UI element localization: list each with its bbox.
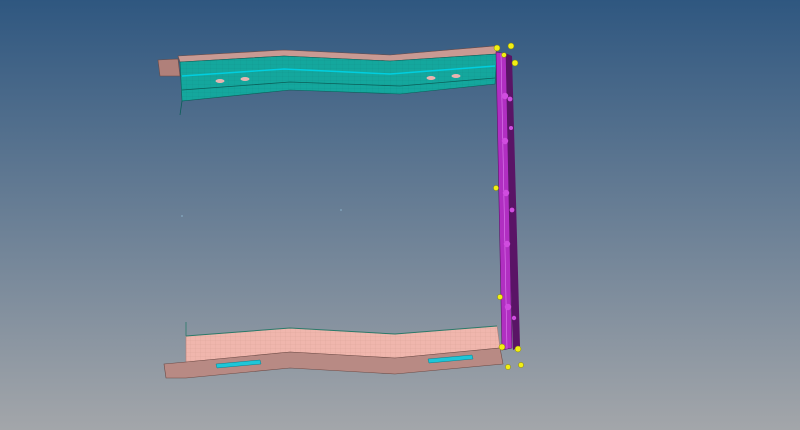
constraint-marker[interactable] bbox=[497, 294, 503, 300]
model-view-canvas[interactable] bbox=[0, 0, 800, 430]
constraint-marker[interactable] bbox=[501, 52, 507, 58]
post-bolt bbox=[503, 240, 511, 248]
post-bolt bbox=[507, 96, 513, 102]
post-bolt bbox=[509, 207, 515, 213]
upper-beam-bolt-hole bbox=[451, 74, 461, 78]
constraint-marker[interactable] bbox=[505, 364, 511, 370]
constraint-marker[interactable] bbox=[507, 42, 515, 50]
stray-node-point bbox=[181, 215, 183, 217]
constraint-marker[interactable] bbox=[498, 343, 506, 351]
graphics-viewport[interactable] bbox=[0, 0, 800, 430]
post-bolt bbox=[502, 189, 510, 197]
post-bolt bbox=[504, 303, 512, 311]
upper-beam-bolt-hole bbox=[215, 79, 225, 83]
upper-beam-bolt-hole bbox=[426, 76, 436, 80]
post-bolt bbox=[501, 92, 509, 100]
stray-node-point bbox=[340, 209, 342, 211]
constraint-marker[interactable] bbox=[518, 362, 524, 368]
constraint-marker[interactable] bbox=[493, 44, 501, 52]
post-bolt bbox=[509, 126, 513, 130]
constraint-marker[interactable] bbox=[514, 345, 522, 353]
constraint-marker[interactable] bbox=[511, 59, 519, 67]
upper-beam-end-tab bbox=[157, 58, 181, 77]
constraint-marker[interactable] bbox=[493, 185, 499, 191]
upper-beam-bolt-hole bbox=[240, 77, 250, 81]
post-bolt bbox=[511, 315, 517, 321]
post-bolt bbox=[501, 137, 509, 145]
